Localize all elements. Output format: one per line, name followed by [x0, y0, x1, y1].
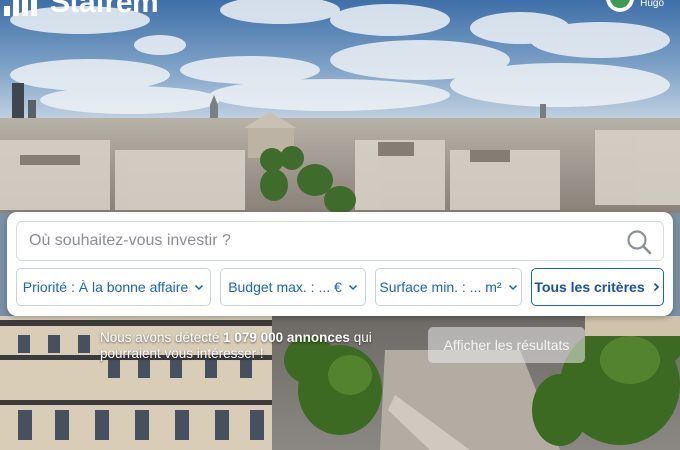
chevron-down-icon	[508, 284, 517, 291]
search-card: Priorité : À la bonne affaire Budget max…	[7, 212, 673, 316]
surface-filter-dropdown[interactable]: Surface min. : ... m²	[375, 268, 522, 306]
chevron-right-icon	[653, 282, 659, 292]
results-prefix: Nous avons détecté	[100, 330, 220, 345]
logo-text: Stafrem	[50, 0, 159, 19]
search-input[interactable]	[17, 222, 617, 260]
user-name: Hugo	[640, 0, 664, 9]
user-menu[interactable]: Hugo	[606, 0, 664, 12]
show-results-label: Afficher les résultats	[443, 337, 570, 353]
priority-filter-dropdown[interactable]: Priorité : À la bonne affaire	[16, 268, 211, 306]
search-icon[interactable]	[625, 228, 653, 256]
priority-filter-label: Priorité : À la bonne affaire	[22, 279, 189, 295]
chevron-down-icon	[348, 284, 357, 291]
logo-icon	[4, 0, 42, 16]
all-criteria-button[interactable]: Tous les critères	[531, 268, 664, 306]
all-criteria-label: Tous les critères	[534, 279, 645, 295]
surface-filter-label: Surface min. : ... m²	[379, 279, 502, 295]
site-header: Stafrem Hugo	[0, 0, 680, 20]
filter-bar: Priorité : À la bonne affaire Budget max…	[16, 268, 664, 306]
search-bar[interactable]	[16, 221, 664, 261]
show-results-button[interactable]: Afficher les résultats	[428, 327, 585, 363]
site-logo[interactable]: Stafrem	[4, 0, 159, 20]
avatar[interactable]	[606, 0, 635, 12]
budget-filter-label: Budget max. : ... €	[228, 279, 342, 295]
chevron-down-icon	[195, 284, 204, 291]
results-summary: Nous avons détecté 1 079 000 annonces qu…	[100, 330, 400, 362]
budget-filter-dropdown[interactable]: Budget max. : ... €	[220, 268, 366, 306]
results-count: 1 079 000 annonces	[223, 330, 350, 345]
